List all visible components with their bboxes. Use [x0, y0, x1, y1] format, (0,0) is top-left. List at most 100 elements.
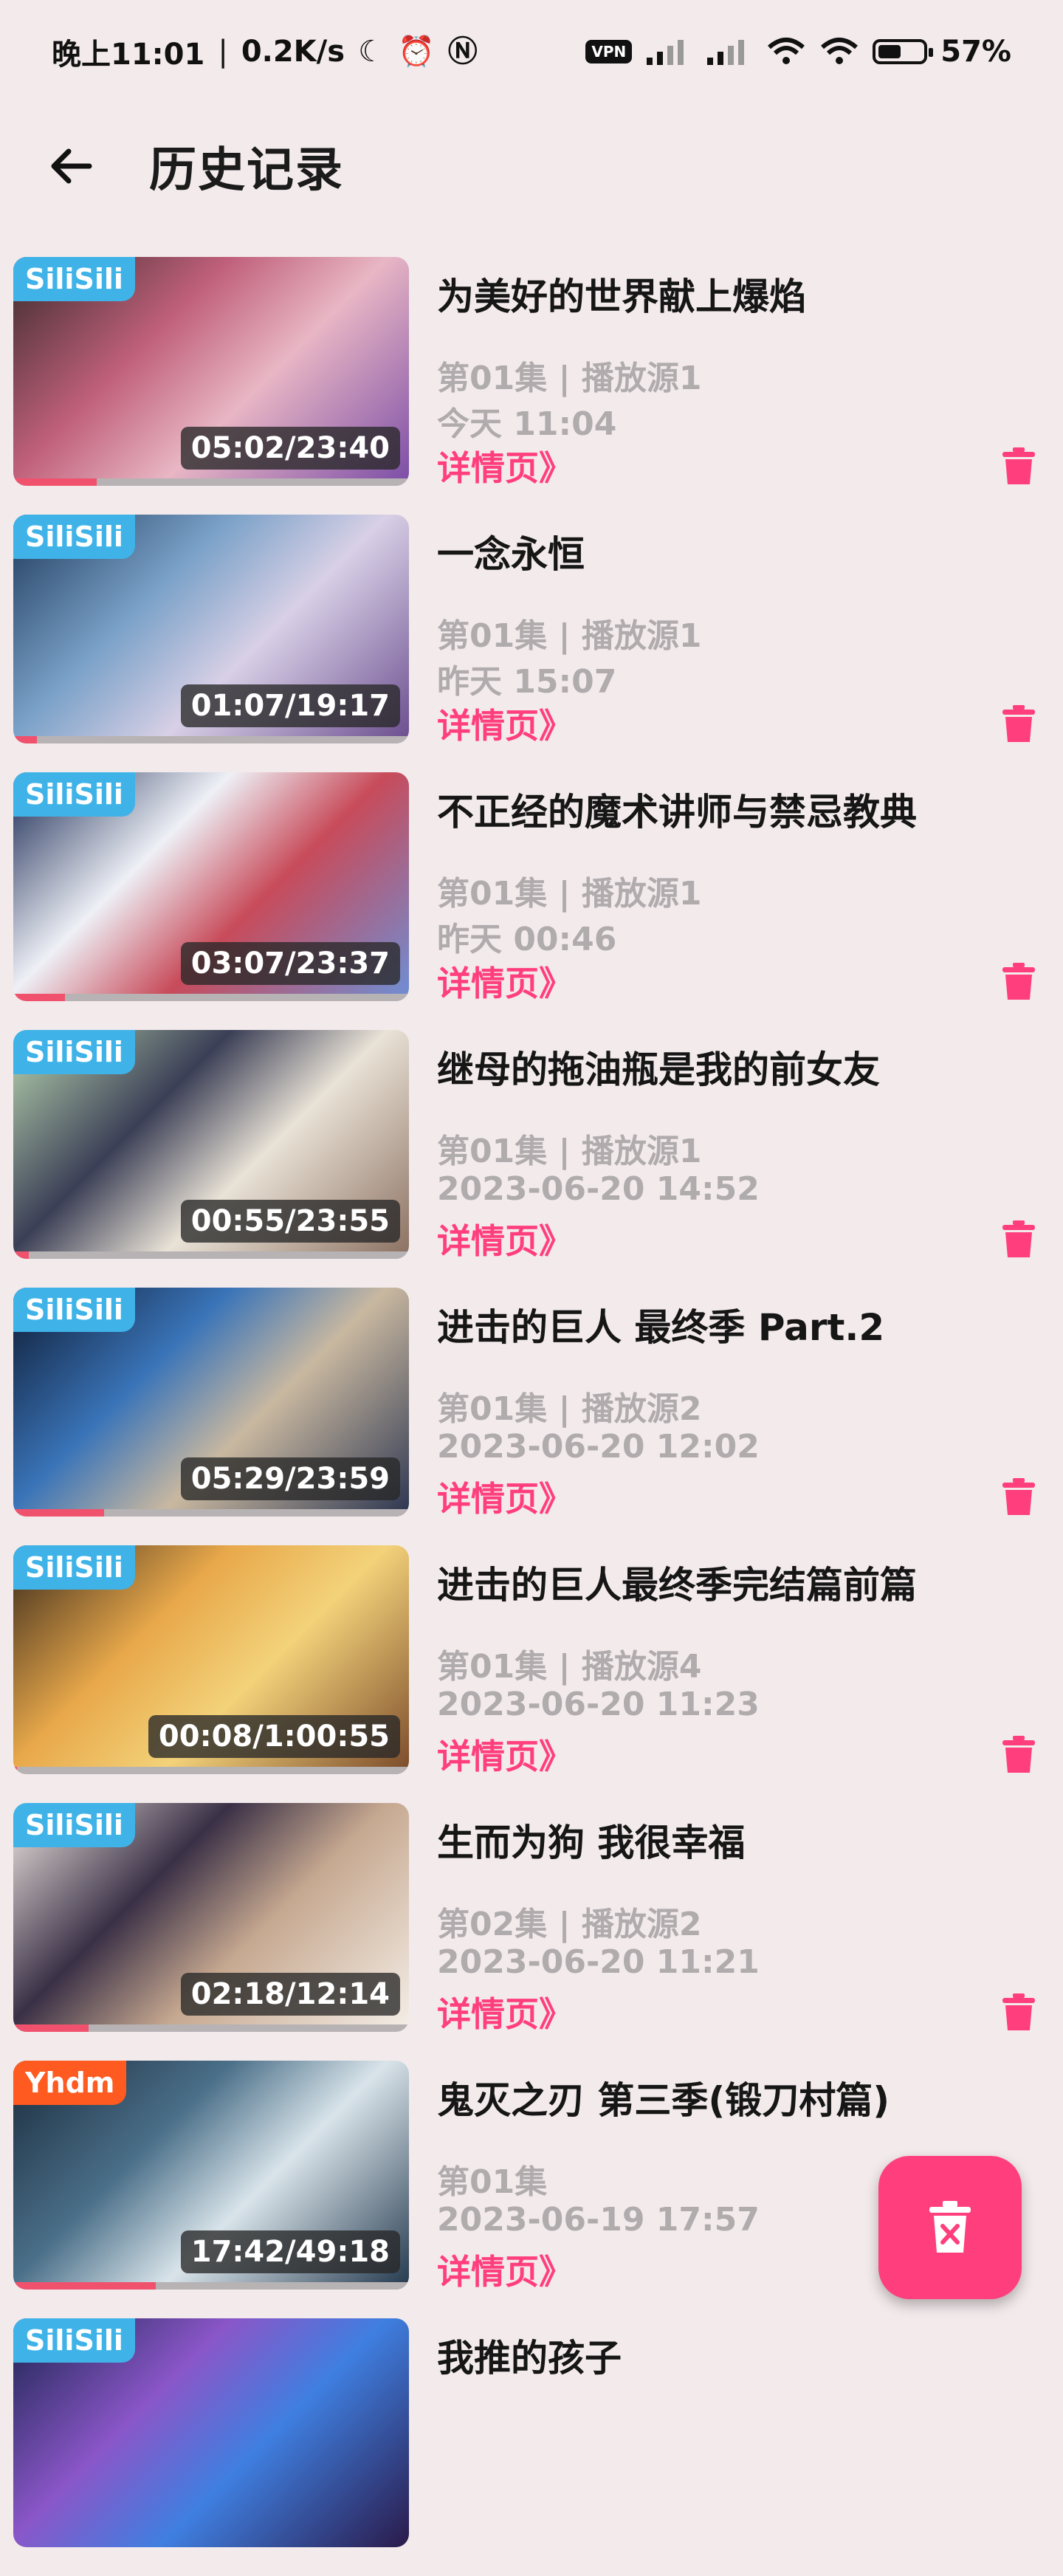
watched-time: 2023-06-20 14:52 [437, 1170, 760, 1208]
clear-trash-icon [929, 2201, 971, 2253]
watched-time: 2023-06-20 11:21 [437, 1943, 760, 1981]
detail-page-link[interactable]: 详情页》 [437, 1472, 573, 1521]
history-item[interactable]: SiliSili 05:02/23:40 为美好的世界献上爆焰第01集 | 播放… [0, 257, 1063, 515]
battery-icon [873, 39, 934, 64]
back-button[interactable] [38, 133, 105, 199]
anime-title: 鬼灭之刃 第三季(锻刀村篇) [437, 2079, 890, 2122]
anime-title: 不正经的魔术讲师与禁忌教典 [437, 791, 917, 834]
delete-icon[interactable] [1002, 705, 1035, 742]
detail-page-link[interactable]: 详情页》 [437, 1730, 573, 1779]
detail-page-link[interactable]: 详情页》 [437, 442, 573, 490]
delete-icon[interactable] [1002, 1478, 1035, 1515]
history-item[interactable]: SiliSili 我推的孩子 [0, 2318, 1063, 2576]
source-badge: SiliSili [13, 2318, 135, 2363]
progress-track [13, 1767, 409, 1774]
history-item[interactable]: SiliSili 05:29/23:59 进击的巨人 最终季 Part.2 第01… [0, 1288, 1063, 1545]
status-time: 晚上11:01 [52, 38, 205, 72]
anime-title: 进击的巨人最终季完结篇前篇 [437, 1564, 917, 1607]
progress-fill [13, 2024, 89, 2032]
episode-source: 第01集 [437, 2163, 548, 2201]
delete-icon[interactable] [1002, 963, 1035, 1000]
source-badge: SiliSili [13, 1545, 135, 1590]
progress-track [13, 1251, 409, 1259]
source-badge: SiliSili [13, 1030, 135, 1074]
source-badge: SiliSili [13, 1803, 135, 1847]
progress-track [13, 2024, 409, 2032]
progress-fill [13, 1767, 18, 1774]
progress-fill [13, 1251, 30, 1259]
status-divider: | [218, 35, 228, 69]
anime-title: 生而为狗 我很幸福 [437, 1821, 746, 1864]
source-badge: SiliSili [13, 772, 135, 817]
playback-time: 03:07/23:37 [180, 942, 400, 985]
alarm-icon: ⏰ [397, 35, 435, 69]
progress-fill [13, 994, 65, 1001]
history-item[interactable]: SiliSili 00:08/1:00:55 进击的巨人最终季完结篇前篇第01集… [0, 1545, 1063, 1803]
anime-title: 我推的孩子 [437, 2337, 622, 2380]
episode-source: 第01集 | 播放源4 [437, 1648, 702, 1686]
episode-source: 第01集 | 播放源2 [437, 1390, 702, 1428]
network-speed: 0.2K/s [241, 35, 345, 69]
wifi-6-icon [821, 38, 859, 64]
wifi-icon [768, 38, 805, 64]
history-item[interactable]: SiliSili 00:55/23:55 继母的拖油瓶是我的前女友第01集 | … [0, 1030, 1063, 1288]
playback-time: 05:29/23:59 [180, 1457, 400, 1500]
source-badge: SiliSili [13, 515, 135, 559]
progress-fill [13, 1509, 105, 1517]
episode-source: 第01集 | 播放源1 [437, 1133, 702, 1170]
history-item[interactable]: SiliSili 03:07/23:37 不正经的魔术讲师与禁忌教典第01集 |… [0, 772, 1063, 1030]
progress-track [13, 478, 409, 486]
anime-title: 为美好的世界献上爆焰 [437, 275, 806, 318]
moon-icon: ☾ [358, 35, 385, 69]
watched-time: 2023-06-20 12:02 [437, 1428, 760, 1466]
video-thumbnail[interactable]: SiliSili 05:02/23:40 [13, 257, 409, 486]
playback-time: 17:42/49:18 [180, 2230, 400, 2273]
page-title: 历史记录 [149, 143, 344, 198]
detail-page-link[interactable]: 详情页》 [437, 957, 573, 1006]
history-item[interactable]: SiliSili 02:18/12:14 生而为狗 我很幸福 第02集 | 播放源… [0, 1803, 1063, 2061]
signal-icon [647, 40, 684, 65]
detail-page-link[interactable]: 详情页》 [437, 1215, 573, 1263]
source-badge: SiliSili [13, 257, 135, 301]
history-item[interactable]: SiliSili 01:07/19:17 一念永恒 第01集 | 播放源1 昨天 1… [0, 515, 1063, 772]
progress-track [13, 1509, 409, 1517]
anime-title: 继母的拖油瓶是我的前女友 [437, 1048, 880, 1091]
status-bar: 晚上11:01 | 0.2K/s ☾ ⏰ Ⓝ VPN 57% [0, 0, 1063, 103]
delete-icon[interactable] [1002, 1220, 1035, 1257]
video-thumbnail[interactable]: SiliSili 05:29/23:59 [13, 1288, 409, 1517]
video-thumbnail[interactable]: SiliSili 02:18/12:14 [13, 1803, 409, 2032]
detail-page-link[interactable]: 详情页》 [437, 2245, 573, 2294]
delete-icon[interactable] [1002, 1736, 1035, 1773]
status-right: VPN 57% [585, 35, 1011, 69]
watched-time: 2023-06-20 11:23 [437, 1686, 760, 1723]
progress-track [13, 736, 409, 743]
episode-source: 第01集 | 播放源1 [437, 360, 702, 397]
video-thumbnail[interactable]: SiliSili 03:07/23:37 [13, 772, 409, 1001]
anime-title: 进击的巨人 最终季 Part.2 [437, 1306, 885, 1349]
progress-track [13, 2282, 409, 2290]
delete-icon[interactable] [1002, 1993, 1035, 2030]
video-thumbnail[interactable]: SiliSili 01:07/19:17 [13, 515, 409, 743]
progress-track [13, 994, 409, 1001]
detail-page-link[interactable]: 详情页》 [437, 699, 573, 748]
source-badge: Yhdm [13, 2061, 127, 2105]
video-thumbnail[interactable]: Yhdm 17:42/49:18 [13, 2061, 409, 2290]
nfc-icon: Ⓝ [447, 35, 478, 69]
delete-icon[interactable] [1002, 447, 1035, 484]
episode-source: 第01集 | 播放源1 [437, 617, 702, 655]
episode-source: 第01集 | 播放源1 [437, 875, 702, 913]
watched-time: 今天 11:04 [437, 405, 617, 443]
video-thumbnail[interactable]: SiliSili 00:08/1:00:55 [13, 1545, 409, 1774]
clear-all-button[interactable] [878, 2156, 1022, 2299]
watched-time: 昨天 15:07 [437, 663, 617, 701]
status-left: 晚上11:01 | 0.2K/s ☾ ⏰ Ⓝ [52, 30, 478, 73]
progress-fill [13, 736, 38, 743]
vpn-icon: VPN [585, 40, 633, 63]
video-thumbnail[interactable]: SiliSili [13, 2318, 409, 2547]
video-thumbnail[interactable]: SiliSili 00:55/23:55 [13, 1030, 409, 1259]
watched-time: 昨天 00:46 [437, 921, 617, 958]
watched-time: 2023-06-19 17:57 [437, 2201, 760, 2239]
arrow-left-icon [51, 148, 92, 184]
detail-page-link[interactable]: 详情页》 [437, 1988, 573, 2036]
progress-fill [13, 478, 97, 486]
